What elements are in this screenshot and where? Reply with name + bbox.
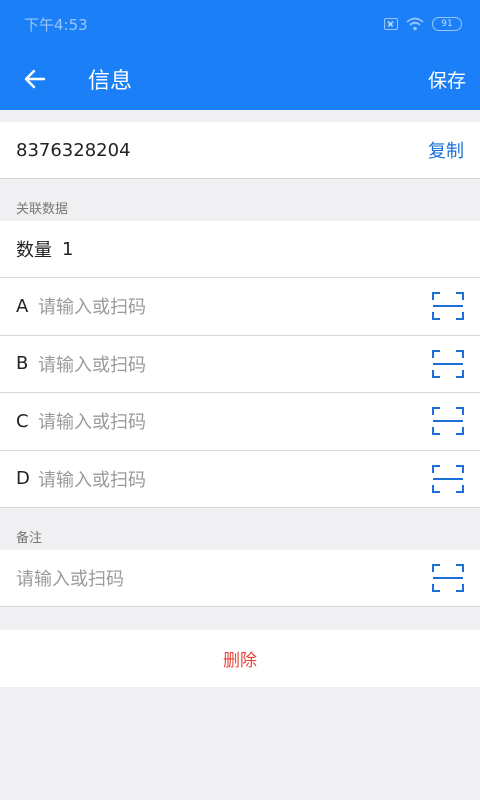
field-letter: B (16, 353, 29, 375)
save-button[interactable]: 保存 (428, 66, 466, 93)
field-row-a[interactable]: A 请输入或扫码 (0, 278, 480, 336)
field-row-b[interactable]: B 请输入或扫码 (0, 335, 480, 393)
status-icons: 91 (384, 17, 462, 31)
remark-input[interactable]: 请输入或扫码 (16, 565, 432, 591)
field-input-c[interactable]: 请输入或扫码 (38, 408, 432, 434)
scan-icon[interactable] (432, 564, 464, 592)
code-value: 8376328204 (16, 139, 131, 161)
scan-icon[interactable] (432, 464, 464, 493)
field-letter: D (16, 468, 30, 490)
remark-row[interactable]: 请输入或扫码 (0, 550, 480, 607)
scan-icon[interactable] (432, 407, 464, 436)
copy-button[interactable]: 复制 (428, 137, 464, 163)
back-button[interactable] (20, 64, 50, 94)
field-letter: C (16, 410, 29, 432)
field-row-c[interactable]: C 请输入或扫码 (0, 393, 480, 451)
battery-level: 91 (441, 19, 453, 29)
field-input-a[interactable]: 请输入或扫码 (38, 293, 432, 319)
field-input-b[interactable]: 请输入或扫码 (38, 351, 432, 377)
field-letter: A (16, 295, 29, 317)
count-row: 数量 1 (0, 221, 480, 278)
app-bar: 信息 保存 (0, 48, 480, 110)
battery-icon: 91 (432, 17, 462, 31)
wifi-icon (406, 17, 424, 31)
count-label: 数量 (16, 240, 52, 261)
field-row-d[interactable]: D 请输入或扫码 (0, 450, 480, 508)
status-time: 下午4:53 (24, 15, 88, 34)
scan-icon[interactable] (432, 292, 464, 321)
field-input-d[interactable]: 请输入或扫码 (38, 466, 432, 492)
related-section-title: 关联数据 (16, 202, 69, 217)
remark-section-title: 备注 (16, 531, 43, 546)
scan-icon[interactable] (432, 349, 464, 378)
code-row: 8376328204 复制 (0, 122, 480, 179)
notification-off-icon (384, 18, 398, 30)
delete-label: 删除 (223, 651, 257, 671)
arrow-left-icon (24, 69, 46, 89)
status-bar: 下午4:53 91 (0, 0, 480, 48)
page-title: 信息 (88, 69, 133, 94)
count-value: 1 (62, 238, 74, 260)
delete-button[interactable]: 删除 (0, 630, 480, 687)
